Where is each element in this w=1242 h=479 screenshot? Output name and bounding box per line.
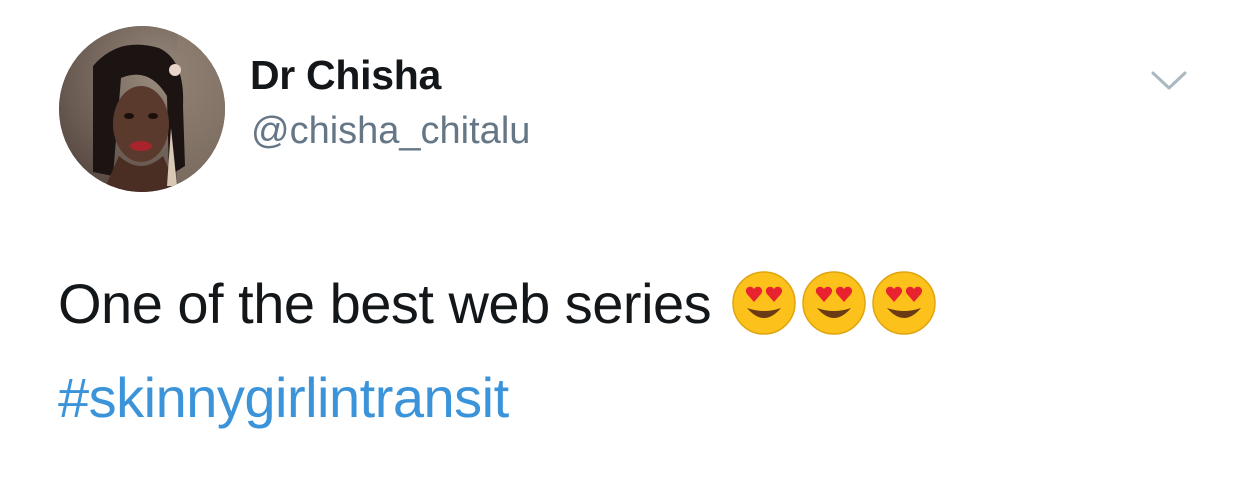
heart-eyes-emoji [732,271,796,335]
display-name[interactable]: Dr Chisha [250,52,441,99]
tweet-body: One of the best web series [58,271,712,335]
heart-eyes-emoji [872,271,936,335]
avatar[interactable] [59,26,225,192]
chevron-down-icon[interactable] [1150,68,1188,94]
tweet-card: Dr Chisha @chisha_chitalu One of the bes… [0,0,1242,479]
hashtag-link[interactable]: #skinnygirlintransit [58,365,509,430]
profile-photo [59,26,225,192]
user-handle[interactable]: @chisha_chitalu [251,110,530,153]
tweet-text: One of the best web series [58,270,937,336]
emoji-group [731,270,937,336]
heart-eyes-emoji [802,271,866,335]
